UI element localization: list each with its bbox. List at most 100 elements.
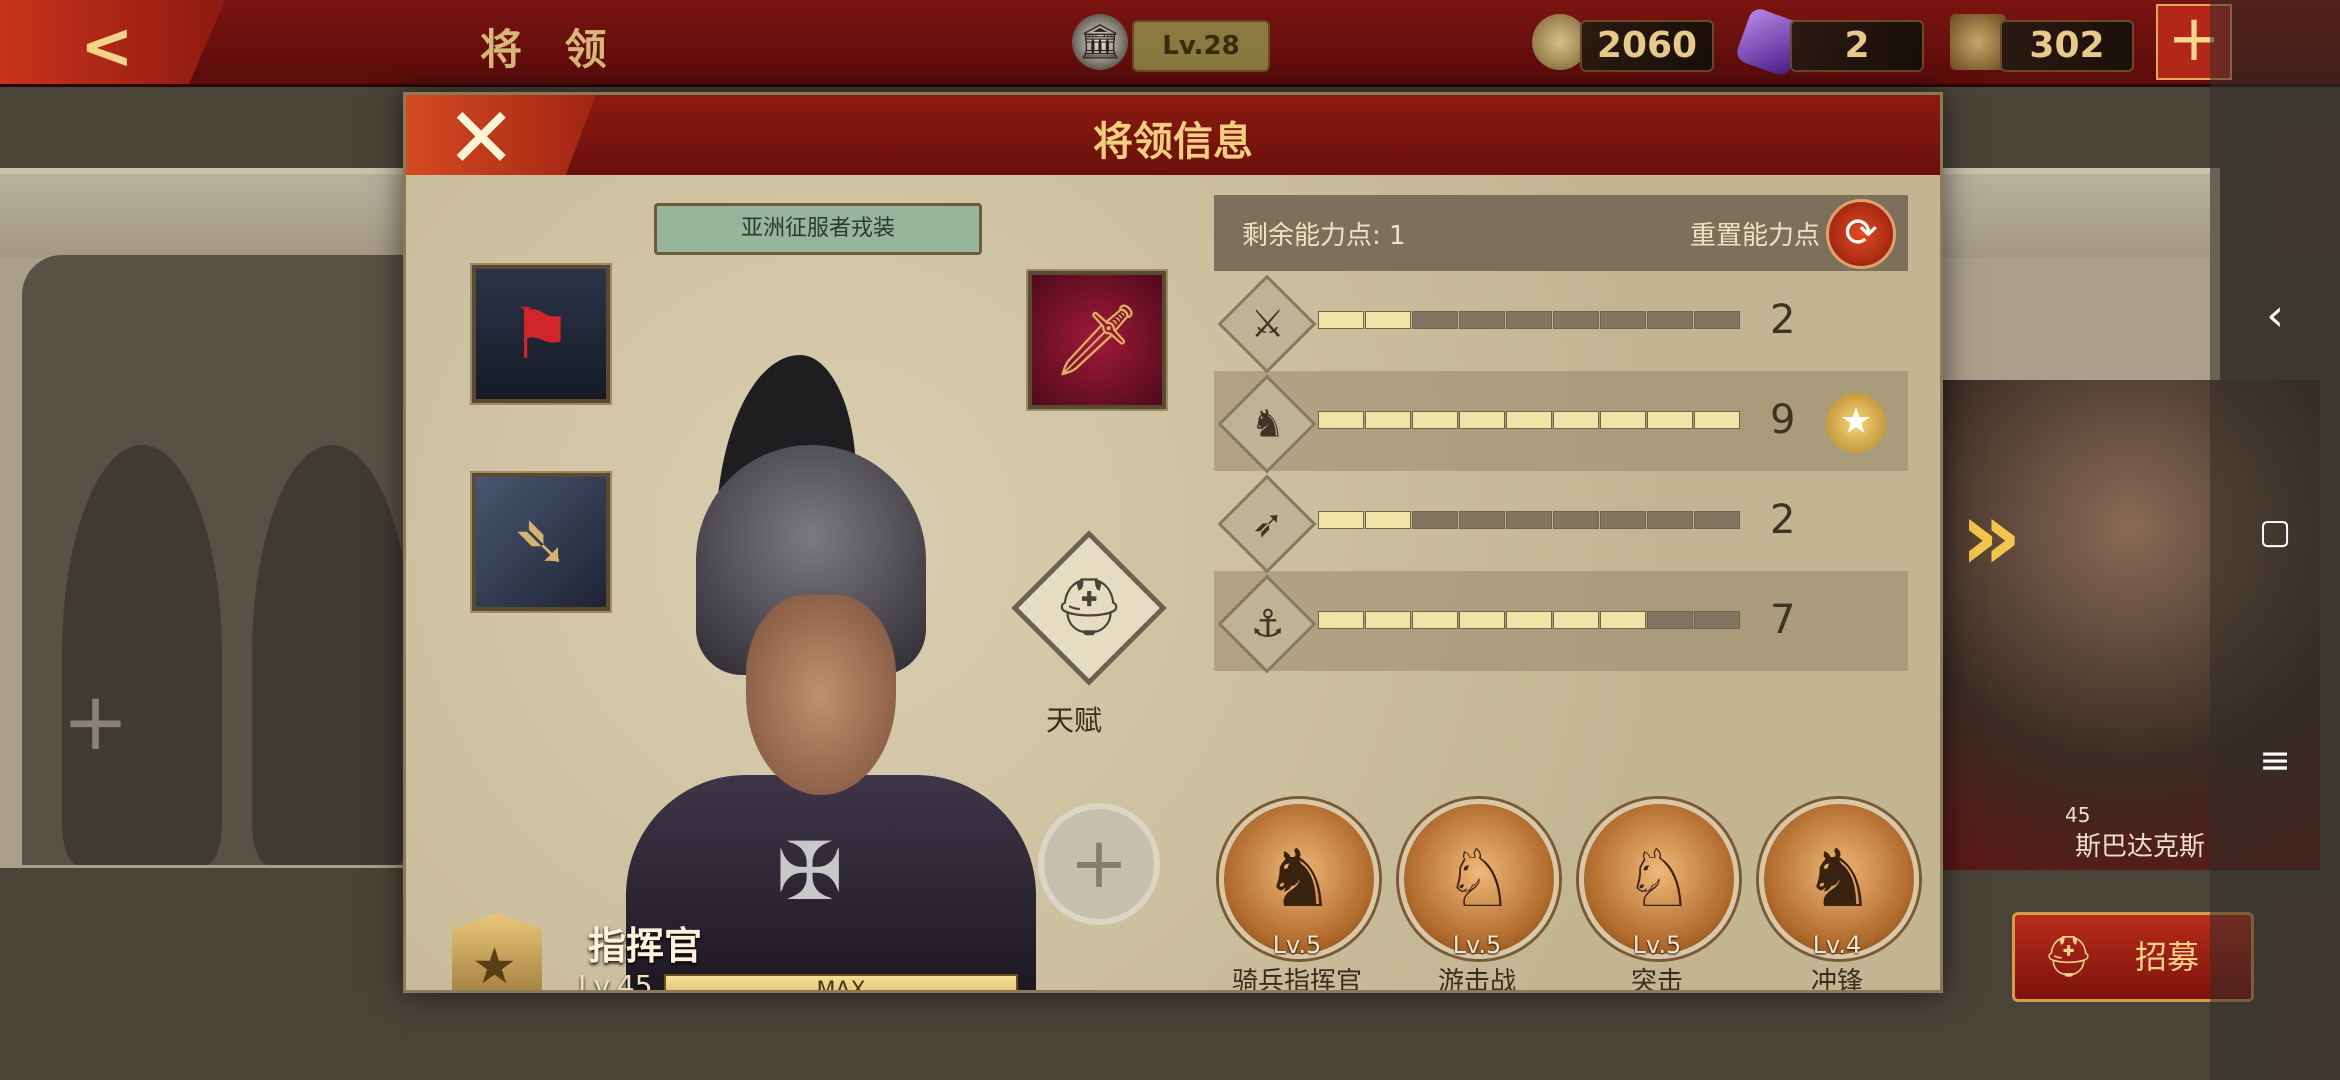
- next-general-level: 45: [2065, 803, 2091, 827]
- stat-value: 2: [1770, 497, 1796, 543]
- bow-icon: ➶: [1217, 474, 1317, 574]
- stat-segment: [1694, 511, 1740, 529]
- stat-segment: [1506, 311, 1552, 329]
- stat-segment: [1318, 411, 1364, 429]
- close-icon: ✕: [446, 92, 517, 187]
- stat-segment: [1553, 611, 1599, 629]
- add-slot-button[interactable]: +: [1038, 803, 1160, 925]
- stat-segment: [1600, 611, 1646, 629]
- stat-value: 2: [1770, 297, 1796, 343]
- stat-value: 7: [1770, 597, 1796, 643]
- level-progress-bar: MAX: [664, 974, 1018, 993]
- back-button[interactable]: <: [0, 0, 225, 84]
- stat-row-archery: ➶ 2: [1214, 471, 1908, 574]
- stat-segment: [1365, 311, 1411, 329]
- stat-row-cavalry: ♞ 9 ★: [1214, 371, 1908, 474]
- anchor-icon: ⚓: [1217, 574, 1317, 674]
- star-icon: ★: [472, 937, 517, 993]
- stat-segment: [1459, 311, 1505, 329]
- banner-equipment-slot[interactable]: ⚑: [472, 265, 610, 403]
- dialog-header: 将领信息 ✕: [406, 95, 1940, 175]
- talent-label: 天赋: [1046, 704, 1103, 737]
- spear-equipment-slot[interactable]: ➴: [472, 473, 610, 611]
- dialog-title: 将领信息: [1093, 119, 1253, 165]
- skill-level: Lv.5: [1272, 931, 1322, 959]
- level-bar-text: MAX: [816, 978, 866, 993]
- remaining-points: 剩余能力点: 1: [1242, 221, 1406, 251]
- recruit-label: 招募: [2135, 938, 2200, 976]
- dagger-equipment-slot[interactable]: 🗡: [1028, 271, 1166, 409]
- stat-segment: [1553, 511, 1599, 529]
- general-silhouette: [62, 445, 222, 865]
- top-bar: < 将 领 🏛 Lv.28 2060 2 302 +: [0, 0, 2340, 87]
- add-general-icon[interactable]: +: [62, 675, 129, 768]
- stat-segment: [1694, 411, 1740, 429]
- stat-segment: [1459, 511, 1505, 529]
- stat-segment: [1600, 311, 1646, 329]
- skill-level: Lv.5: [1452, 931, 1502, 959]
- stat-bar: [1318, 511, 1740, 529]
- stat-segment: [1318, 611, 1364, 629]
- stat-segment: [1365, 611, 1411, 629]
- stat-segment: [1459, 411, 1505, 429]
- stat-segment: [1412, 411, 1458, 429]
- helmet-plus-icon: ⛑: [2043, 934, 2094, 980]
- stat-bar: [1318, 611, 1740, 629]
- stat-segment: [1506, 411, 1552, 429]
- building-level: Lv.28: [1132, 20, 1270, 72]
- skill-level: Lv.4: [1812, 931, 1862, 959]
- menu-nav-icon[interactable]: ≡: [2210, 738, 2340, 782]
- spear-icon: ➴: [511, 501, 571, 583]
- stat-segment: [1412, 511, 1458, 529]
- face: [746, 595, 896, 795]
- stat-row-attack: ⚔ 2: [1214, 271, 1908, 374]
- gem-amount: 2: [1790, 20, 1924, 72]
- page-title: 将 领: [480, 25, 621, 74]
- back-arrow-icon: <: [80, 10, 134, 84]
- general-level: Lv.45: [578, 969, 653, 993]
- home-nav-icon[interactable]: ▢: [2210, 512, 2340, 552]
- stat-segment: [1412, 311, 1458, 329]
- stat-segment: [1647, 511, 1693, 529]
- sword-icon: ⚔: [1217, 274, 1317, 374]
- stat-segment: [1506, 511, 1552, 529]
- ability-points-row: 剩余能力点: 1 重置能力点 ⟳: [1214, 195, 1908, 271]
- skill-name: 骑兵指挥官: [1231, 967, 1362, 993]
- banner-icon: ⚑: [509, 293, 573, 375]
- stat-value: 9: [1770, 397, 1796, 443]
- stat-segment: [1647, 611, 1693, 629]
- stat-segment: [1365, 411, 1411, 429]
- rank-badge: ★: [452, 913, 542, 993]
- temple-icon: 🏛: [1072, 14, 1128, 70]
- general-portrait: ✠: [606, 355, 1036, 990]
- stat-segment: [1318, 311, 1364, 329]
- stat-bar: [1318, 311, 1740, 329]
- stat-segment: [1553, 411, 1599, 429]
- stat-segment: [1365, 511, 1411, 529]
- eagle-emblem-icon: ✠: [776, 825, 844, 918]
- skill-name: 突击: [1630, 967, 1683, 993]
- close-button[interactable]: ✕: [406, 95, 596, 175]
- laurel-star-icon: ★: [1826, 393, 1886, 453]
- horse-icon: ♞: [1217, 374, 1317, 474]
- empty-general-slot-card[interactable]: +: [22, 255, 442, 865]
- stat-segment: [1647, 411, 1693, 429]
- token-amount: 302: [2000, 20, 2134, 72]
- dagger-icon: 🗡: [1052, 299, 1142, 381]
- skill-name: 游击战: [1437, 967, 1516, 993]
- helmet-icon: ⛑: [1053, 575, 1125, 640]
- stat-segment: [1318, 511, 1364, 529]
- rank-title: 指挥官: [588, 924, 703, 968]
- skill-level: Lv.5: [1632, 931, 1682, 959]
- costume-tag[interactable]: 亚洲征服者戎装: [654, 203, 982, 255]
- system-navigation: ‹ ▢ ≡: [2210, 0, 2340, 1080]
- next-arrow-icon[interactable]: »: [1960, 480, 2022, 592]
- reset-points-button[interactable]: ⟳: [1826, 199, 1896, 269]
- dialog-body: ✠ 亚洲征服者戎装 ⚑ ➴ 🗡 ⛑ 天赋 + ★ 指挥官 Lv.45 MAX 剩…: [406, 175, 1940, 990]
- back-nav-icon[interactable]: ‹: [2210, 290, 2340, 341]
- general-info-dialog: 将领信息 ✕ ✠ 亚洲征服者戎装 ⚑ ➴ 🗡 ⛑ 天赋 + ★ 指挥官 Lv.4…: [403, 92, 1943, 993]
- spqr-token-icon: [1950, 14, 2006, 70]
- skill-name: 冲锋: [1810, 967, 1863, 993]
- stat-segment: [1647, 311, 1693, 329]
- stat-row-navy: ⚓ 7: [1214, 571, 1908, 674]
